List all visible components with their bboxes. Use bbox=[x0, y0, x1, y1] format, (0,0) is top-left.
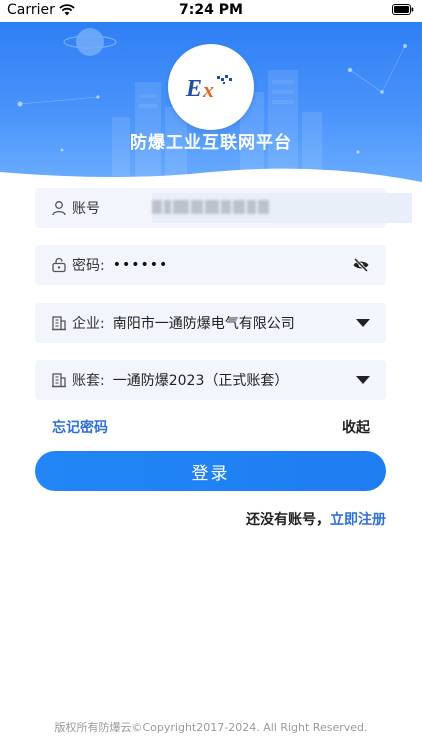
ledger-label: 账套: bbox=[72, 373, 105, 389]
login-screen: Carrier 7:24 PM E x 防爆工业互联网平台 账号 密码: •••… bbox=[0, 0, 422, 750]
password-value[interactable]: •••••• bbox=[113, 257, 169, 273]
building-icon bbox=[50, 314, 68, 332]
redacted-account-value bbox=[152, 200, 269, 214]
ledger-value: 一通防爆2023（正式账套） bbox=[112, 373, 289, 389]
collapse-link[interactable]: 收起 bbox=[342, 417, 370, 437]
chevron-down-icon[interactable] bbox=[356, 319, 370, 327]
password-field[interactable]: 密码: •••••• bbox=[35, 245, 386, 285]
chevron-down-icon[interactable] bbox=[356, 376, 370, 384]
ledger-select[interactable]: 账套: 一通防爆2023（正式账套） bbox=[35, 360, 386, 400]
account-label: 账号 bbox=[72, 201, 100, 217]
status-bar: Carrier 7:24 PM bbox=[0, 0, 422, 22]
register-row: 还没有账号，立即注册 bbox=[246, 509, 386, 529]
battery-icon bbox=[392, 4, 414, 15]
company-label: 企业: bbox=[72, 316, 105, 332]
account-field[interactable]: 账号 bbox=[35, 188, 412, 228]
svg-text:x: x bbox=[202, 77, 214, 102]
building-icon bbox=[50, 371, 68, 389]
login-button[interactable]: 登录 bbox=[35, 451, 386, 491]
register-link[interactable]: 立即注册 bbox=[330, 512, 386, 528]
lock-icon bbox=[50, 256, 68, 274]
copyright-footer: 版权所有防爆云©Copyright2017-2024. All Right Re… bbox=[54, 721, 368, 734]
password-label: 密码: bbox=[72, 258, 105, 274]
user-icon bbox=[50, 199, 68, 217]
svg-text:E: E bbox=[185, 76, 202, 102]
forgot-password-link[interactable]: 忘记密码 bbox=[52, 417, 108, 437]
company-value: 南阳市一通防爆电气有限公司 bbox=[112, 316, 295, 332]
register-prompt: 还没有账号， bbox=[246, 512, 330, 528]
company-select[interactable]: 企业: 南阳市一通防爆电气有限公司 bbox=[35, 303, 386, 343]
status-time: 7:24 PM bbox=[179, 2, 243, 18]
app-logo: E x bbox=[168, 44, 254, 130]
ex-logo-icon: E x bbox=[185, 75, 232, 102]
header-banner: E x 防爆工业互联网平台 bbox=[0, 22, 422, 192]
eye-off-icon[interactable] bbox=[352, 256, 370, 274]
app-title: 防爆工业互联网平台 bbox=[130, 133, 292, 153]
